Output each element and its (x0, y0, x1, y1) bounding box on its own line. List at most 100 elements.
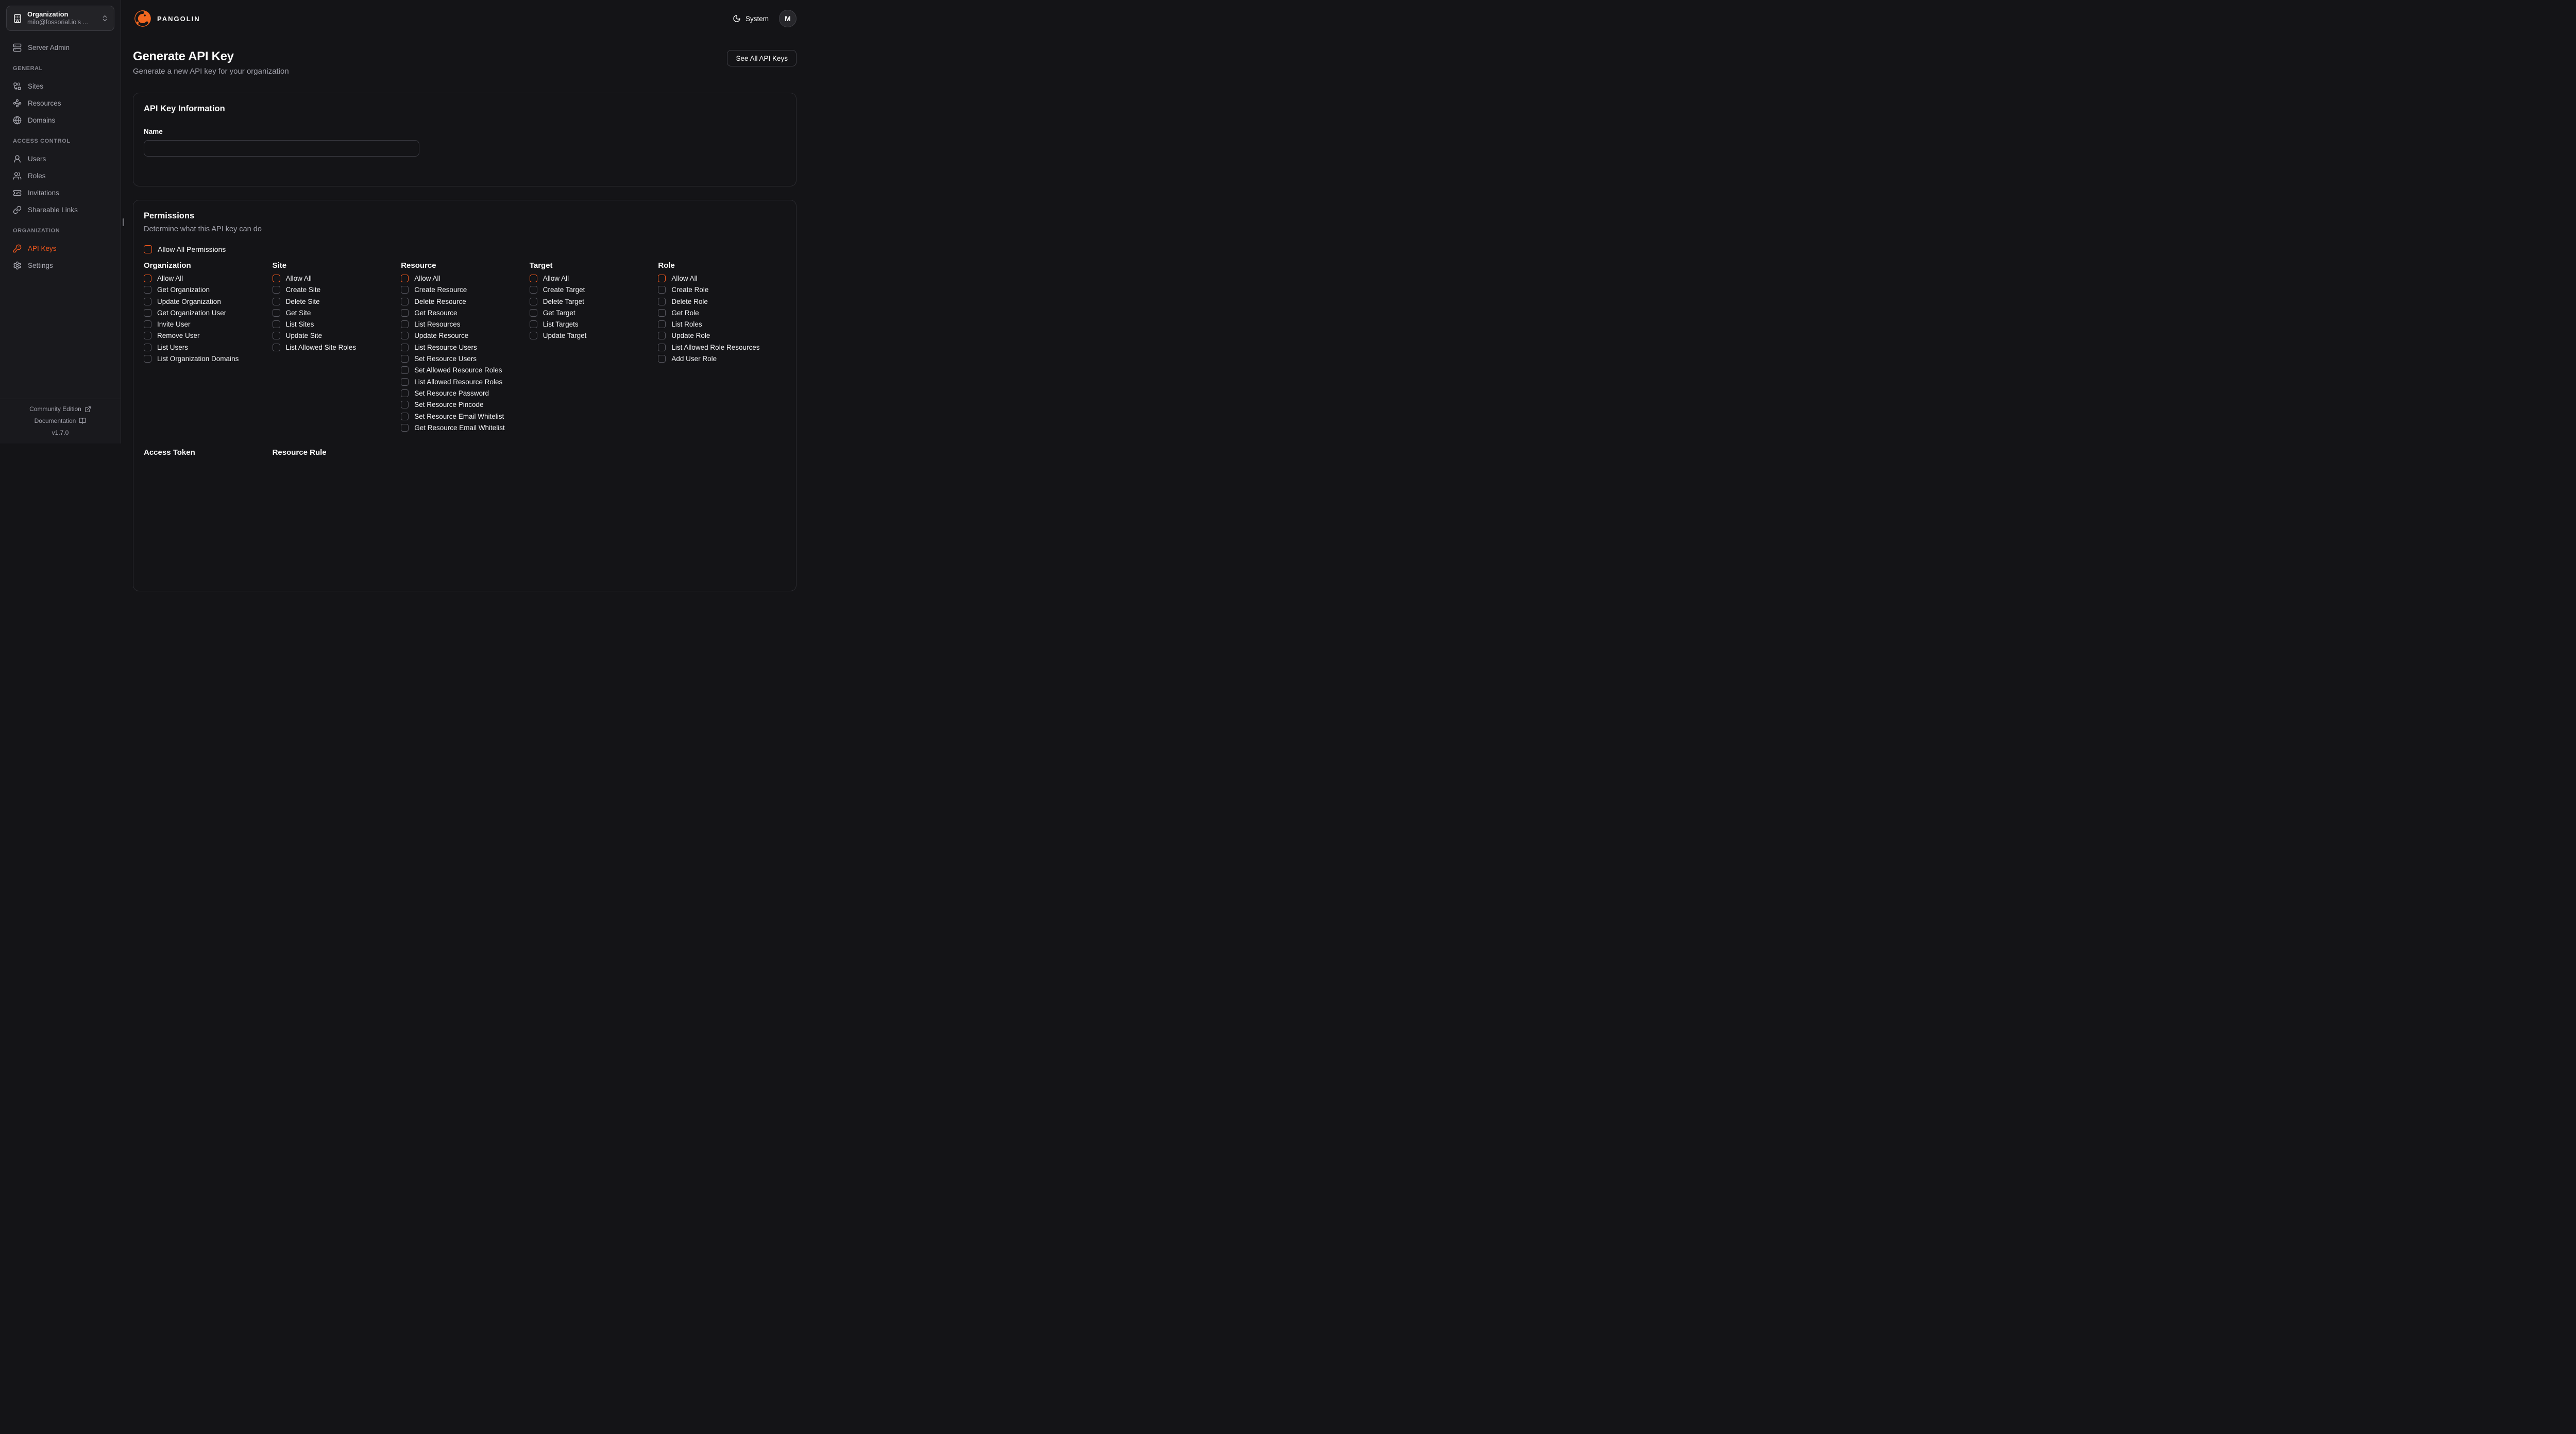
update-site-checkbox[interactable] (273, 332, 280, 339)
permission-row: List Targets (530, 320, 657, 328)
allow-all-checkbox[interactable] (658, 275, 666, 282)
sidebar-item-label: Shareable Links (28, 206, 78, 214)
sidebar-section-label: ORGANIZATION (0, 228, 121, 234)
set-resource-password-checkbox[interactable] (401, 389, 409, 397)
get-organization-user-checkbox[interactable] (144, 309, 151, 317)
delete-site-checkbox[interactable] (273, 298, 280, 305)
update-role-checkbox[interactable] (658, 332, 666, 339)
brand-logo[interactable]: PANGOLIN (133, 9, 200, 28)
permission-label: Allow All (157, 275, 183, 282)
building-icon (13, 14, 22, 23)
set-resource-email-whitelist-checkbox[interactable] (401, 413, 409, 420)
list-allowed-site-roles-checkbox[interactable] (273, 344, 280, 351)
permission-label: Delete Resource (414, 298, 466, 305)
permission-row: Allow All (273, 275, 400, 282)
users-icon (13, 172, 22, 180)
allow-all-checkbox[interactable] (530, 275, 537, 282)
delete-resource-checkbox[interactable] (401, 298, 409, 305)
permission-label: Allow All (543, 275, 569, 282)
allow-all-checkbox[interactable] (401, 275, 409, 282)
get-organization-checkbox[interactable] (144, 286, 151, 294)
sidebar-item-api-keys[interactable]: API Keys (0, 244, 121, 253)
allow-all-checkbox[interactable] (144, 275, 151, 282)
version-label: v1.7.0 (0, 429, 121, 436)
delete-role-checkbox[interactable] (658, 298, 666, 305)
sidebar-item-resources[interactable]: Resources (0, 99, 121, 108)
get-resource-checkbox[interactable] (401, 309, 409, 317)
community-edition-link[interactable]: Community Edition (0, 405, 121, 413)
allow-all-checkbox[interactable] (273, 275, 280, 282)
theme-toggle[interactable]: System (733, 14, 769, 23)
set-allowed-resource-roles-checkbox[interactable] (401, 366, 409, 374)
permission-row: List Organization Domains (144, 355, 272, 363)
set-resource-users-checkbox[interactable] (401, 355, 409, 363)
topbar-right: System M (733, 10, 796, 27)
org-switcher-label: Organization (27, 10, 96, 19)
sidebar-item-label: Domains (28, 116, 55, 124)
permission-row: Create Site (273, 286, 400, 294)
sidebar-item-shareable-links[interactable]: Shareable Links (0, 206, 121, 214)
chevrons-up-down-icon (101, 14, 109, 22)
create-target-checkbox[interactable] (530, 286, 537, 294)
permission-row: Create Target (530, 286, 657, 294)
permissions-grid: OrganizationAllow AllGet OrganizationUpd… (144, 262, 786, 435)
permission-row: Allow All (401, 275, 529, 282)
get-site-checkbox[interactable] (273, 309, 280, 317)
list-targets-checkbox[interactable] (530, 320, 537, 328)
create-role-checkbox[interactable] (658, 286, 666, 294)
set-resource-pincode-checkbox[interactable] (401, 401, 409, 408)
permission-row: Add User Role (658, 355, 786, 363)
delete-target-checkbox[interactable] (530, 298, 537, 305)
invite-user-checkbox[interactable] (144, 320, 151, 328)
avatar-initial: M (785, 14, 791, 23)
remove-user-checkbox[interactable] (144, 332, 151, 339)
update-target-checkbox[interactable] (530, 332, 537, 339)
documentation-link[interactable]: Documentation (0, 417, 121, 424)
list-resources-checkbox[interactable] (401, 320, 409, 328)
permission-label: Set Resource Password (414, 389, 489, 397)
org-switcher[interactable]: Organization milo@fossorial.io's ... (6, 6, 114, 31)
create-resource-checkbox[interactable] (401, 286, 409, 294)
list-allowed-role-resources-checkbox[interactable] (658, 344, 666, 351)
resources-icon (13, 99, 22, 108)
sidebar-item-roles[interactable]: Roles (0, 172, 121, 180)
sidebar-spacer (0, 278, 121, 399)
permission-row: Allow All (530, 275, 657, 282)
create-site-checkbox[interactable] (273, 286, 280, 294)
permission-label: Delete Site (286, 298, 320, 305)
community-edition-label: Community Edition (29, 405, 81, 413)
list-users-checkbox[interactable] (144, 344, 151, 351)
list-organization-domains-checkbox[interactable] (144, 355, 151, 363)
get-resource-email-whitelist-checkbox[interactable] (401, 424, 409, 432)
sidebar-item-server-admin[interactable]: Server Admin (0, 43, 121, 52)
permission-row: Delete Target (530, 298, 657, 305)
name-input[interactable] (144, 140, 419, 157)
list-roles-checkbox[interactable] (658, 320, 666, 328)
avatar[interactable]: M (779, 10, 796, 27)
get-target-checkbox[interactable] (530, 309, 537, 317)
allow-all-permissions-row: Allow All Permissions (144, 245, 786, 253)
sidebar-item-invitations[interactable]: Invitations (0, 189, 121, 197)
update-organization-checkbox[interactable] (144, 298, 151, 305)
gear-icon (13, 261, 22, 270)
sidebar-item-settings[interactable]: Settings (0, 261, 121, 270)
list-allowed-resource-roles-checkbox[interactable] (401, 378, 409, 386)
allow-all-permissions-checkbox[interactable] (144, 245, 152, 253)
user-icon (13, 155, 22, 163)
sidebar-item-domains[interactable]: Domains (0, 116, 121, 125)
permission-label: List Sites (286, 320, 314, 328)
permission-label: Update Site (286, 332, 323, 339)
server-icon (13, 43, 22, 52)
update-resource-checkbox[interactable] (401, 332, 409, 339)
get-role-checkbox[interactable] (658, 309, 666, 317)
permission-row: Update Site (273, 332, 400, 339)
theme-toggle-label: System (745, 15, 769, 23)
permission-label: List Roles (671, 320, 702, 328)
add-user-role-checkbox[interactable] (658, 355, 666, 363)
list-sites-checkbox[interactable] (273, 320, 280, 328)
sidebar-item-sites[interactable]: Sites (0, 82, 121, 91)
permission-label: Create Resource (414, 286, 467, 294)
list-resource-users-checkbox[interactable] (401, 344, 409, 351)
see-all-api-keys-button[interactable]: See All API Keys (727, 50, 796, 66)
sidebar-item-users[interactable]: Users (0, 155, 121, 163)
